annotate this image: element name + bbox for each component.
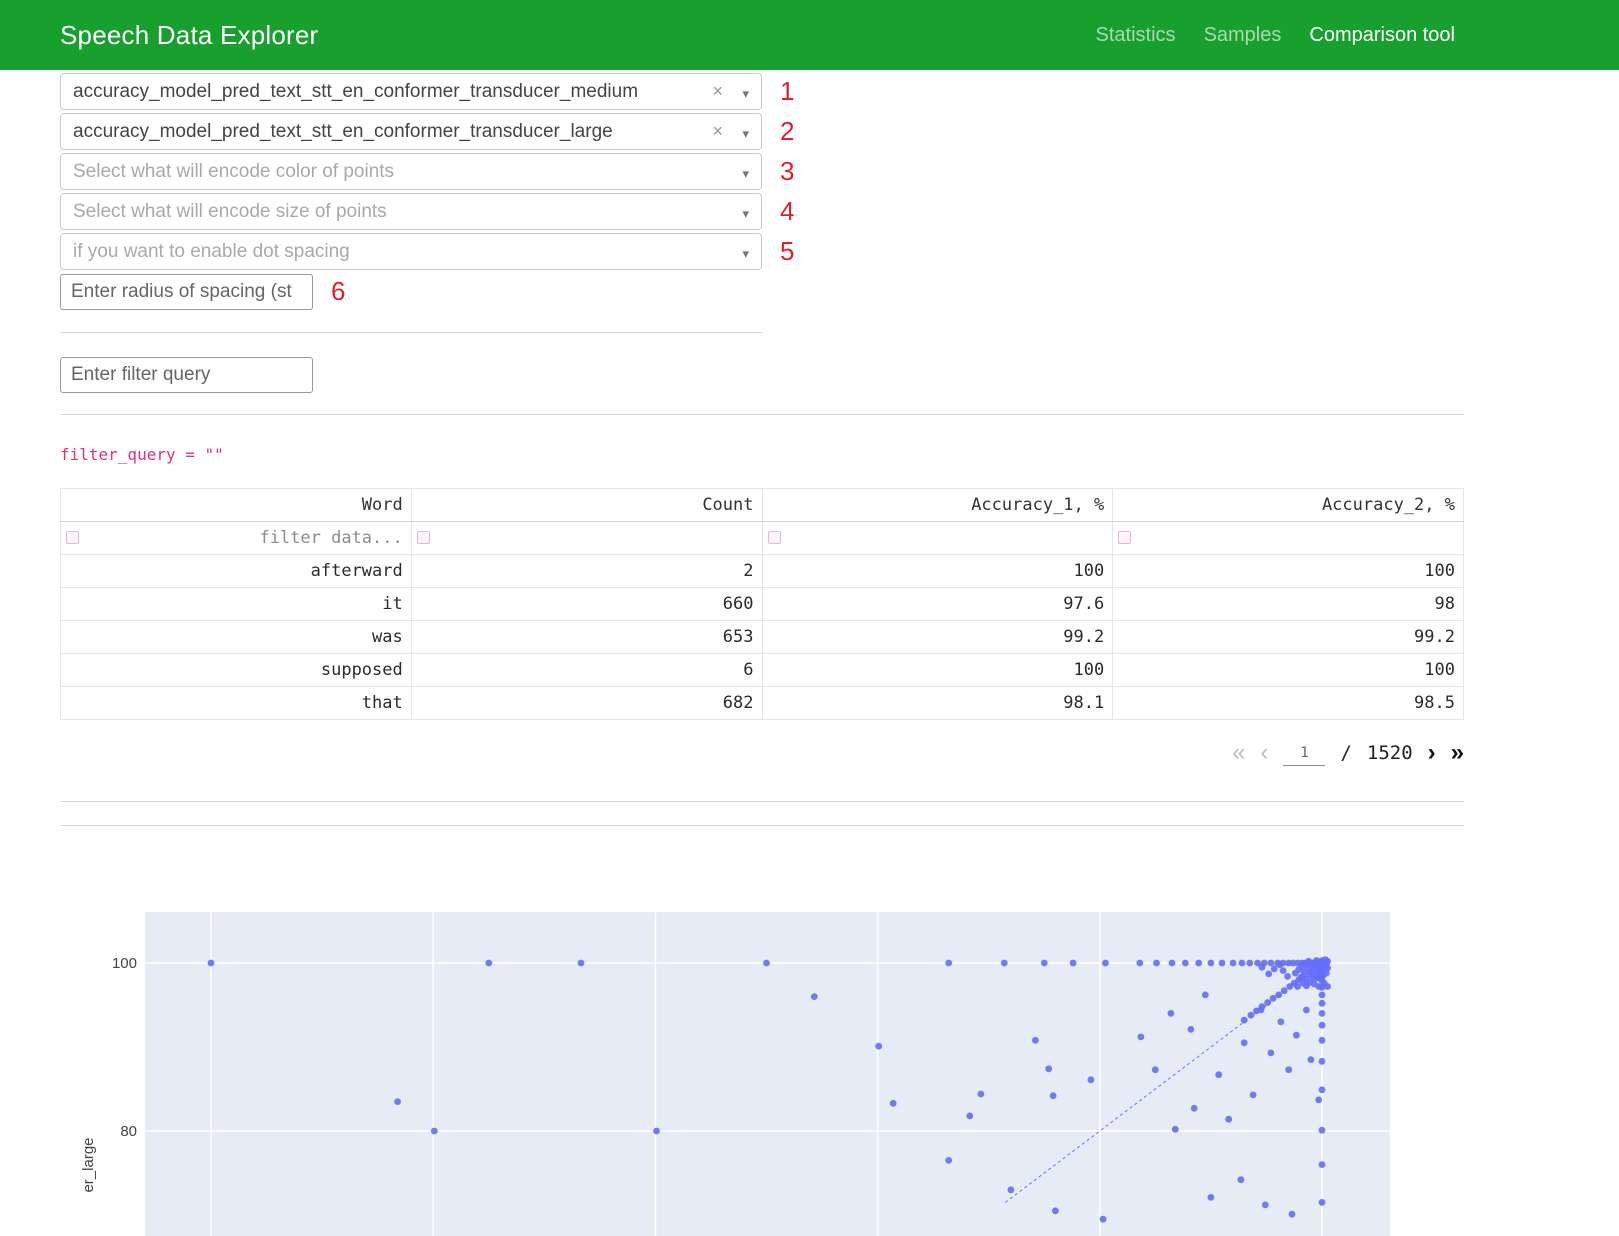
col-accuracy-1[interactable]: Accuracy_1, %: [762, 489, 1113, 522]
model1-select[interactable]: accuracy_model_pred_text_stt_en_conforme…: [60, 73, 762, 110]
filter-cell-accuracy-2[interactable]: [1113, 522, 1464, 555]
chevron-down-icon[interactable]: ▾: [742, 126, 749, 142]
app-title: Speech Data Explorer: [60, 20, 318, 51]
color-encode-placeholder: Select what will encode color of points: [73, 161, 394, 183]
dot-spacing-placeholder: if you want to enable dot spacing: [73, 241, 350, 263]
table-cell: afterward: [61, 555, 412, 588]
case-sensitivity-icon[interactable]: [417, 531, 430, 544]
filter-cell-accuracy-1[interactable]: [762, 522, 1113, 555]
radius-row: 6: [60, 273, 1619, 310]
dot-spacing-row: if you want to enable dot spacing ▾ 5: [60, 233, 1619, 270]
divider: [60, 332, 762, 333]
table-row: afterward2100100: [61, 555, 1464, 588]
filter-query-echo: filter_query = "": [60, 445, 1619, 464]
table-cell: it: [61, 588, 412, 621]
chevron-down-icon[interactable]: ▾: [742, 246, 749, 262]
filter-cell-count[interactable]: [411, 522, 762, 555]
color-encode-select[interactable]: Select what will encode color of points …: [60, 153, 762, 190]
word-accuracy-table: Word Count Accuracy_1, % Accuracy_2, % f…: [60, 488, 1464, 720]
table-cell: 653: [411, 621, 762, 654]
total-pages: 1520: [1367, 742, 1413, 764]
step-number-6: 6: [331, 273, 345, 310]
table-cell: 100: [762, 555, 1113, 588]
nav-links: Statistics Samples Comparison tool: [1096, 24, 1455, 47]
step-number-5: 5: [780, 233, 794, 270]
case-sensitivity-icon[interactable]: [66, 531, 79, 544]
divider: [60, 414, 1464, 415]
table-cell: 682: [411, 687, 762, 720]
chevron-down-icon[interactable]: ▾: [742, 86, 749, 102]
step-number-4: 4: [780, 193, 794, 230]
accuracy-scatter-chart[interactable]: 100 80 er_large: [60, 912, 1464, 1236]
table-cell: 99.2: [762, 621, 1113, 654]
color-encode-row: Select what will encode color of points …: [60, 153, 1619, 190]
nav-statistics[interactable]: Statistics: [1096, 24, 1176, 47]
table-cell: 98.1: [762, 687, 1113, 720]
filter-query-input[interactable]: [60, 357, 313, 393]
svg-text:100: 100: [112, 955, 137, 972]
step-number-2: 2: [780, 113, 794, 150]
comparison-controls: accuracy_model_pred_text_stt_en_conforme…: [0, 70, 1619, 310]
case-sensitivity-icon[interactable]: [768, 531, 781, 544]
chevron-down-icon[interactable]: ▾: [742, 166, 749, 182]
model1-select-value: accuracy_model_pred_text_stt_en_conforme…: [73, 81, 638, 103]
table-cell: that: [61, 687, 412, 720]
table-cell: supposed: [61, 654, 412, 687]
table-cell: 98: [1113, 588, 1464, 621]
table-cell: 97.6: [762, 588, 1113, 621]
size-encode-placeholder: Select what will encode size of points: [73, 201, 387, 223]
model2-select-value: accuracy_model_pred_text_stt_en_conforme…: [73, 121, 613, 143]
table-row: was65399.299.2: [61, 621, 1464, 654]
divider: [60, 825, 1464, 826]
chevron-down-icon[interactable]: ▾: [742, 206, 749, 222]
model2-row: accuracy_model_pred_text_stt_en_conforme…: [60, 113, 1619, 150]
table-cell: 100: [1113, 654, 1464, 687]
filter-cell-word[interactable]: filter data...: [61, 522, 412, 555]
model2-select[interactable]: accuracy_model_pred_text_stt_en_conforme…: [60, 113, 762, 150]
size-encode-select[interactable]: Select what will encode size of points ▾: [60, 193, 762, 230]
svg-text:er_large: er_large: [80, 1137, 97, 1192]
table-pagination: « ‹ / 1520 › »: [0, 733, 1464, 773]
table-row: supposed6100100: [61, 654, 1464, 687]
table-cell: 660: [411, 588, 762, 621]
filter-placeholder: filter data...: [259, 528, 402, 548]
table-cell: was: [61, 621, 412, 654]
size-encode-row: Select what will encode size of points ▾…: [60, 193, 1619, 230]
previous-page-button[interactable]: ‹: [1260, 741, 1268, 765]
table-cell: 2: [411, 555, 762, 588]
step-number-1: 1: [780, 73, 794, 110]
table-filter-row: filter data...: [61, 522, 1464, 555]
table-cell: 6: [411, 654, 762, 687]
col-count[interactable]: Count: [411, 489, 762, 522]
table-row: it66097.698: [61, 588, 1464, 621]
table-cell: 100: [1113, 555, 1464, 588]
col-accuracy-2[interactable]: Accuracy_2, %: [1113, 489, 1464, 522]
svg-text:80: 80: [120, 1123, 137, 1140]
table-cell: 98.5: [1113, 687, 1464, 720]
clear-icon[interactable]: ×: [712, 121, 723, 141]
dot-spacing-select[interactable]: if you want to enable dot spacing ▾: [60, 233, 762, 270]
navbar: Speech Data Explorer Statistics Samples …: [0, 0, 1619, 70]
last-page-button[interactable]: »: [1451, 741, 1464, 765]
nav-comparison-tool[interactable]: Comparison tool: [1309, 24, 1455, 47]
divider: [60, 801, 1464, 802]
radius-input[interactable]: [60, 274, 313, 310]
model1-row: accuracy_model_pred_text_stt_en_conforme…: [60, 73, 1619, 110]
table-row: that68298.198.5: [61, 687, 1464, 720]
nav-samples[interactable]: Samples: [1204, 24, 1282, 47]
clear-icon[interactable]: ×: [712, 81, 723, 101]
filter-query-row: [60, 357, 1619, 393]
table-cell: 100: [762, 654, 1113, 687]
step-number-3: 3: [780, 153, 794, 190]
case-sensitivity-icon[interactable]: [1118, 531, 1131, 544]
first-page-button[interactable]: «: [1232, 741, 1245, 765]
page-separator: /: [1340, 742, 1351, 764]
table-cell: 99.2: [1113, 621, 1464, 654]
next-page-button[interactable]: ›: [1428, 741, 1436, 765]
scatter-plot-svg[interactable]: 100 80 er_large: [60, 912, 1464, 1236]
page-number-input[interactable]: [1283, 740, 1325, 766]
table-header-row: Word Count Accuracy_1, % Accuracy_2, %: [61, 489, 1464, 522]
col-word[interactable]: Word: [61, 489, 412, 522]
